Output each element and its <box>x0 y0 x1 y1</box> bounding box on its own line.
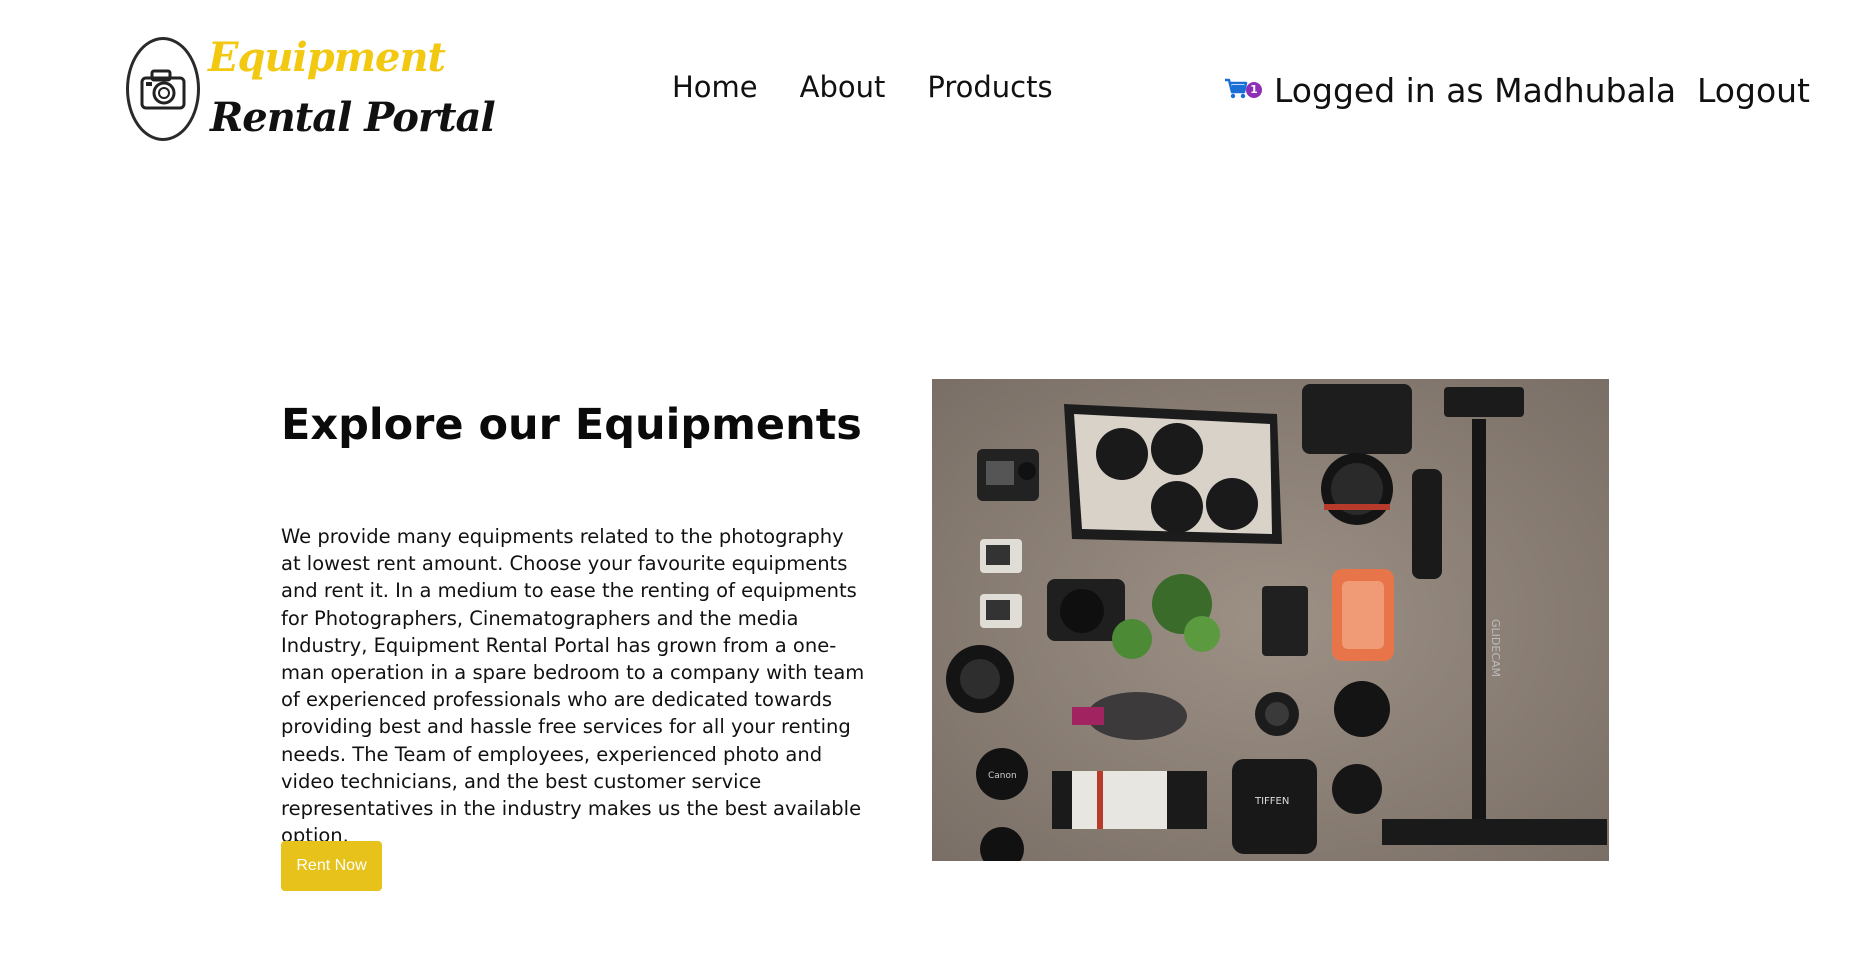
logout-link[interactable]: Logout <box>1697 71 1810 110</box>
glidecam-label: GLIDECAM <box>1489 619 1502 677</box>
cart-count-badge: 1 <box>1246 82 1262 98</box>
nav-home[interactable]: Home <box>672 70 758 104</box>
hero-title: Explore our Equipments <box>281 400 862 450</box>
hero-description: We provide many equipments related to th… <box>281 525 865 848</box>
page: Equipment Rental Portal Home About Produ… <box>0 0 1854 962</box>
camera-icon <box>140 69 186 110</box>
camera-gear-flatlay-image: GLIDECAM Canon TIFFEN <box>932 379 1609 861</box>
nav-about[interactable]: About <box>800 70 886 104</box>
rent-now-button[interactable]: Rent Now <box>281 841 382 891</box>
tiffen-bag-label: TIFFEN <box>1254 796 1289 807</box>
logo-text-line-2: Rental Portal <box>210 94 496 141</box>
canon-lens-cap-label: Canon <box>988 771 1017 781</box>
logo-text-line-1: Equipment <box>208 34 446 81</box>
site-logo[interactable]: Equipment Rental Portal <box>126 30 496 155</box>
logged-in-user-label: Logged in as Madhubala <box>1274 71 1677 110</box>
cart-button[interactable]: 1 <box>1224 78 1262 106</box>
nav-products[interactable]: Products <box>927 70 1052 104</box>
cart-icon <box>1225 78 1248 99</box>
logo-emblem <box>126 37 200 141</box>
main-nav: Home About Products <box>672 70 1053 104</box>
